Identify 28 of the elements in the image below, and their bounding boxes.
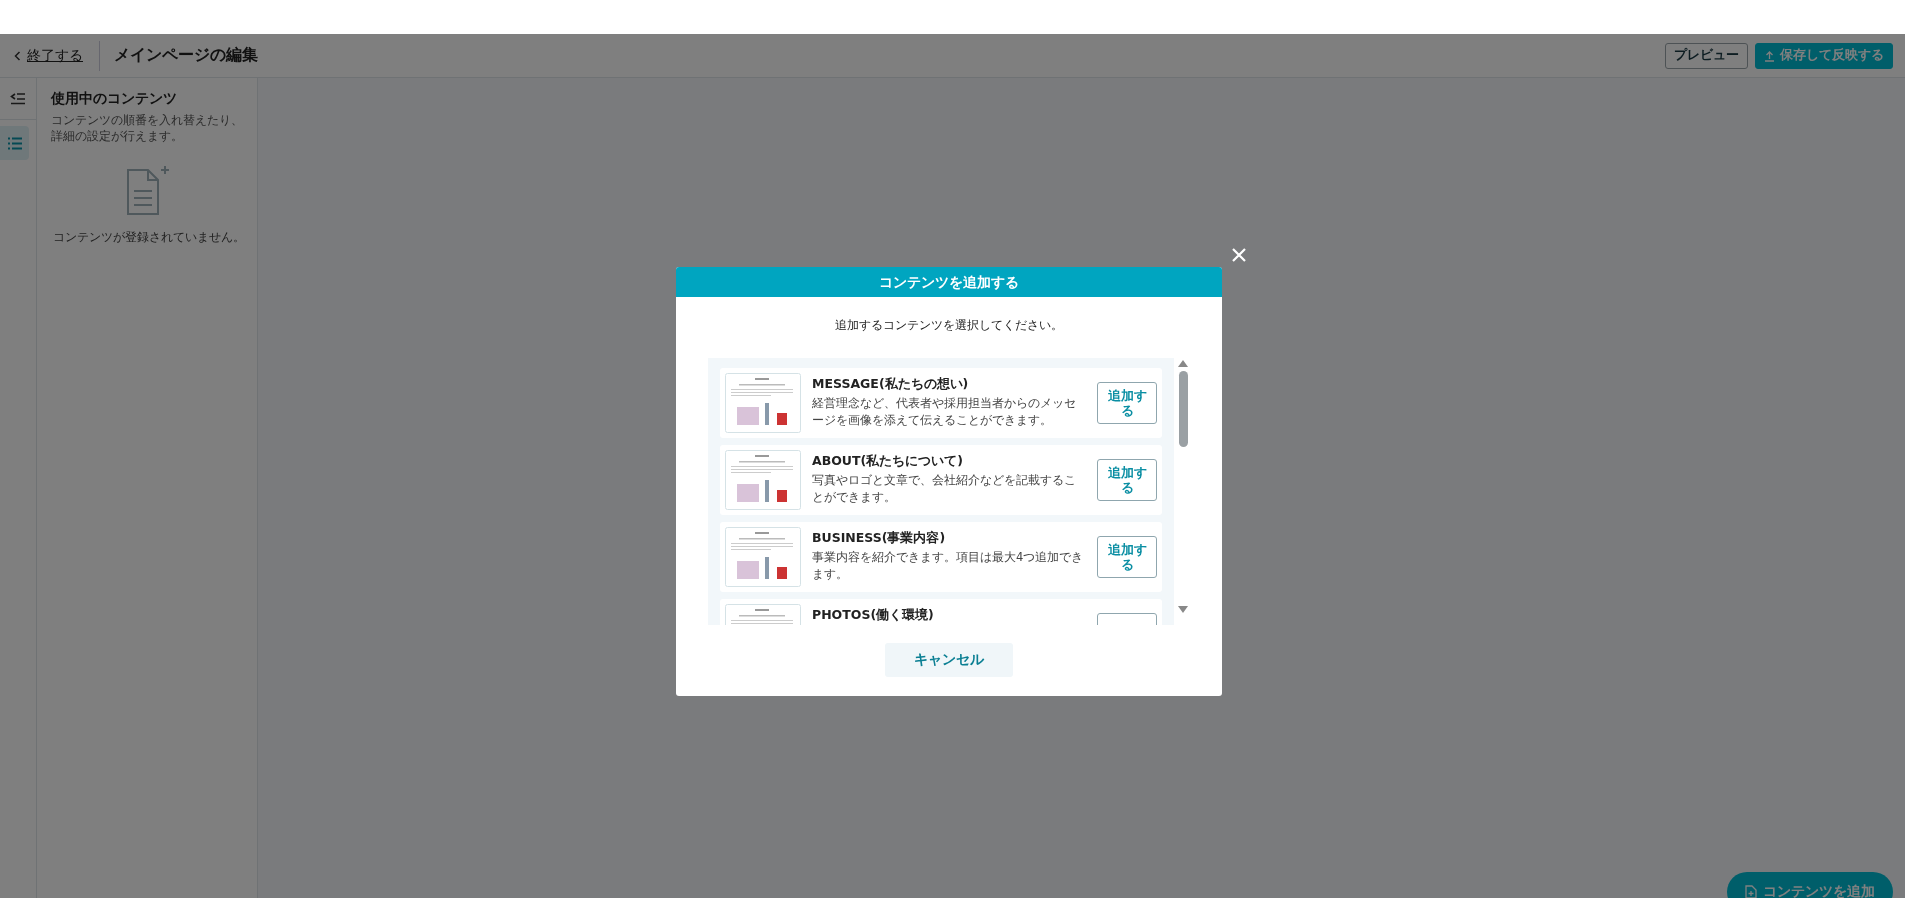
scroll-down-arrow-icon[interactable] (1178, 606, 1188, 613)
add-button[interactable]: 追加する (1097, 459, 1157, 501)
collapse-list-icon (10, 92, 26, 105)
content-name: BUSINESS(事業内容) (812, 530, 947, 547)
content-list-tab[interactable] (0, 126, 29, 160)
panel-description: コンテンツの順番を入れ替えたり、詳細の設定が行えます。 (51, 112, 244, 144)
list-icon (6, 136, 23, 150)
chevron-left-icon (14, 50, 21, 61)
content-name: ABOUT(私たちについて) (812, 453, 964, 470)
page-title: メインページの編集 (114, 45, 258, 66)
upload-icon (1764, 49, 1775, 62)
scrollbar-thumb[interactable] (1178, 371, 1188, 447)
close-icon[interactable] (1231, 247, 1247, 263)
add-button[interactable]: 追加する (1097, 536, 1157, 578)
content-description: 経営理念など、代表者や採用担当者からのメッセージを画像を添えて伝えることができます。 (812, 395, 1077, 429)
add-document-icon (1745, 885, 1757, 898)
content-name: MESSAGE(私たちの想い) (812, 376, 970, 393)
scroll-up-arrow-icon[interactable] (1178, 360, 1188, 367)
panel-title: 使用中のコンテンツ (51, 90, 178, 108)
cancel-button[interactable]: キャンセル (885, 643, 1013, 677)
modal-instruction: 追加するコンテンツを選択してください。 (834, 317, 1064, 334)
add-button[interactable]: 追加する (1097, 382, 1157, 424)
content-description: 写真やロゴと文章で、会社紹介などを記載することができます。 (812, 472, 1077, 506)
preview-button[interactable]: プレビュー (1665, 42, 1748, 69)
content-name: PHOTOS(働く環境) (812, 607, 935, 624)
content-description: 事業内容を紹介できます。項目は最大4つ追加できます。 (812, 549, 1085, 583)
empty-message: コンテンツが登録されていません。 (53, 230, 245, 245)
modal-title: コンテンツを追加する (676, 267, 1222, 297)
